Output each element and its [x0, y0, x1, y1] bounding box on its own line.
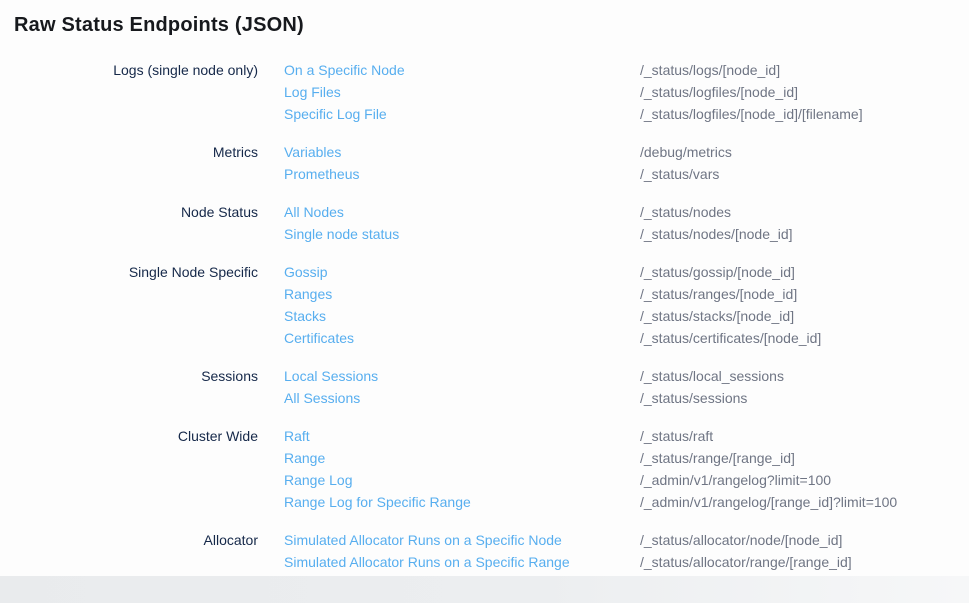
endpoint-link-ranges[interactable]: Ranges [284, 283, 640, 305]
endpoint-link-certificates[interactable]: Certificates [284, 327, 640, 349]
section-rows: Variables /debug/metrics Prometheus /_st… [284, 141, 969, 185]
endpoint-row: Simulated Allocator Runs on a Specific R… [284, 551, 969, 573]
page-bottom-band [0, 576, 969, 603]
raw-status-endpoints-page: Raw Status Endpoints (JSON) Logs (single… [0, 0, 969, 573]
endpoint-link-simulated-allocator-range[interactable]: Simulated Allocator Runs on a Specific R… [284, 551, 640, 573]
endpoint-path: /_status/certificates/[node_id] [640, 327, 821, 349]
endpoint-path: /_status/nodes [640, 201, 731, 223]
endpoint-row: Prometheus /_status/vars [284, 163, 969, 185]
endpoint-path: /_status/stacks/[node_id] [640, 305, 794, 327]
endpoint-row: Simulated Allocator Runs on a Specific N… [284, 529, 969, 551]
endpoint-link-gossip[interactable]: Gossip [284, 261, 640, 283]
endpoint-path: /_status/ranges/[node_id] [640, 283, 797, 305]
section-sessions: Sessions Local Sessions /_status/local_s… [14, 365, 969, 409]
section-node-status: Node Status All Nodes /_status/nodes Sin… [14, 201, 969, 245]
endpoint-row: All Sessions /_status/sessions [284, 387, 969, 409]
endpoint-row: Single node status /_status/nodes/[node_… [284, 223, 969, 245]
endpoint-row: Gossip /_status/gossip/[node_id] [284, 261, 969, 283]
endpoint-row: Specific Log File /_status/logfiles/[nod… [284, 103, 969, 125]
endpoint-path: /_status/gossip/[node_id] [640, 261, 795, 283]
endpoint-row: Range Log /_admin/v1/rangelog?limit=100 [284, 469, 969, 491]
category-label-sessions: Sessions [14, 365, 258, 409]
endpoint-row: Range /_status/range/[range_id] [284, 447, 969, 469]
endpoint-path: /_status/logs/[node_id] [640, 59, 780, 81]
endpoint-link-specific-log-file[interactable]: Specific Log File [284, 103, 640, 125]
endpoint-link-log-files[interactable]: Log Files [284, 81, 640, 103]
endpoint-link-raft[interactable]: Raft [284, 425, 640, 447]
section-rows: Local Sessions /_status/local_sessions A… [284, 365, 969, 409]
endpoint-path: /_status/logfiles/[node_id]/[filename] [640, 103, 863, 125]
endpoint-path: /_status/nodes/[node_id] [640, 223, 793, 245]
endpoint-link-all-sessions[interactable]: All Sessions [284, 387, 640, 409]
endpoint-row: Range Log for Specific Range /_admin/v1/… [284, 491, 969, 513]
endpoint-row: On a Specific Node /_status/logs/[node_i… [284, 59, 969, 81]
endpoint-path: /_status/raft [640, 425, 713, 447]
category-label-cluster-wide: Cluster Wide [14, 425, 258, 513]
section-cluster-wide: Cluster Wide Raft /_status/raft Range /_… [14, 425, 969, 513]
section-rows: Gossip /_status/gossip/[node_id] Ranges … [284, 261, 969, 349]
section-single-node-specific: Single Node Specific Gossip /_status/gos… [14, 261, 969, 349]
endpoint-row: Stacks /_status/stacks/[node_id] [284, 305, 969, 327]
endpoint-link-single-node-status[interactable]: Single node status [284, 223, 640, 245]
category-label-metrics: Metrics [14, 141, 258, 185]
endpoint-row: Local Sessions /_status/local_sessions [284, 365, 969, 387]
category-label-node-status: Node Status [14, 201, 258, 245]
endpoint-path: /_admin/v1/rangelog/[range_id]?limit=100 [640, 491, 897, 513]
endpoint-link-stacks[interactable]: Stacks [284, 305, 640, 327]
endpoint-path: /_admin/v1/rangelog?limit=100 [640, 469, 831, 491]
endpoint-path: /_status/vars [640, 163, 719, 185]
endpoint-row: Variables /debug/metrics [284, 141, 969, 163]
endpoint-path: /_status/sessions [640, 387, 747, 409]
endpoint-row: Log Files /_status/logfiles/[node_id] [284, 81, 969, 103]
endpoint-row: Raft /_status/raft [284, 425, 969, 447]
endpoint-path: /_status/range/[range_id] [640, 447, 795, 469]
endpoint-row: Ranges /_status/ranges/[node_id] [284, 283, 969, 305]
page-title: Raw Status Endpoints (JSON) [14, 13, 969, 37]
endpoint-link-variables[interactable]: Variables [284, 141, 640, 163]
section-logs: Logs (single node only) On a Specific No… [14, 59, 969, 125]
endpoint-link-on-a-specific-node[interactable]: On a Specific Node [284, 59, 640, 81]
section-metrics: Metrics Variables /debug/metrics Prometh… [14, 141, 969, 185]
endpoint-row: All Nodes /_status/nodes [284, 201, 969, 223]
endpoint-link-local-sessions[interactable]: Local Sessions [284, 365, 640, 387]
section-allocator: Allocator Simulated Allocator Runs on a … [14, 529, 969, 573]
endpoint-path: /debug/metrics [640, 141, 732, 163]
endpoint-path: /_status/allocator/node/[node_id] [640, 529, 842, 551]
section-rows: Raft /_status/raft Range /_status/range/… [284, 425, 969, 513]
endpoint-link-prometheus[interactable]: Prometheus [284, 163, 640, 185]
endpoint-link-range[interactable]: Range [284, 447, 640, 469]
section-rows: All Nodes /_status/nodes Single node sta… [284, 201, 969, 245]
endpoint-link-range-log[interactable]: Range Log [284, 469, 640, 491]
category-label-single-node-specific: Single Node Specific [14, 261, 258, 349]
endpoint-link-all-nodes[interactable]: All Nodes [284, 201, 640, 223]
endpoint-path: /_status/logfiles/[node_id] [640, 81, 798, 103]
endpoint-row: Certificates /_status/certificates/[node… [284, 327, 969, 349]
section-rows: Simulated Allocator Runs on a Specific N… [284, 529, 969, 573]
endpoint-path: /_status/allocator/range/[range_id] [640, 551, 852, 573]
endpoint-path: /_status/local_sessions [640, 365, 784, 387]
section-rows: On a Specific Node /_status/logs/[node_i… [284, 59, 969, 125]
category-label-logs: Logs (single node only) [14, 59, 258, 125]
endpoint-link-range-log-specific-range[interactable]: Range Log for Specific Range [284, 491, 640, 513]
category-label-allocator: Allocator [14, 529, 258, 573]
endpoint-link-simulated-allocator-node[interactable]: Simulated Allocator Runs on a Specific N… [284, 529, 640, 551]
